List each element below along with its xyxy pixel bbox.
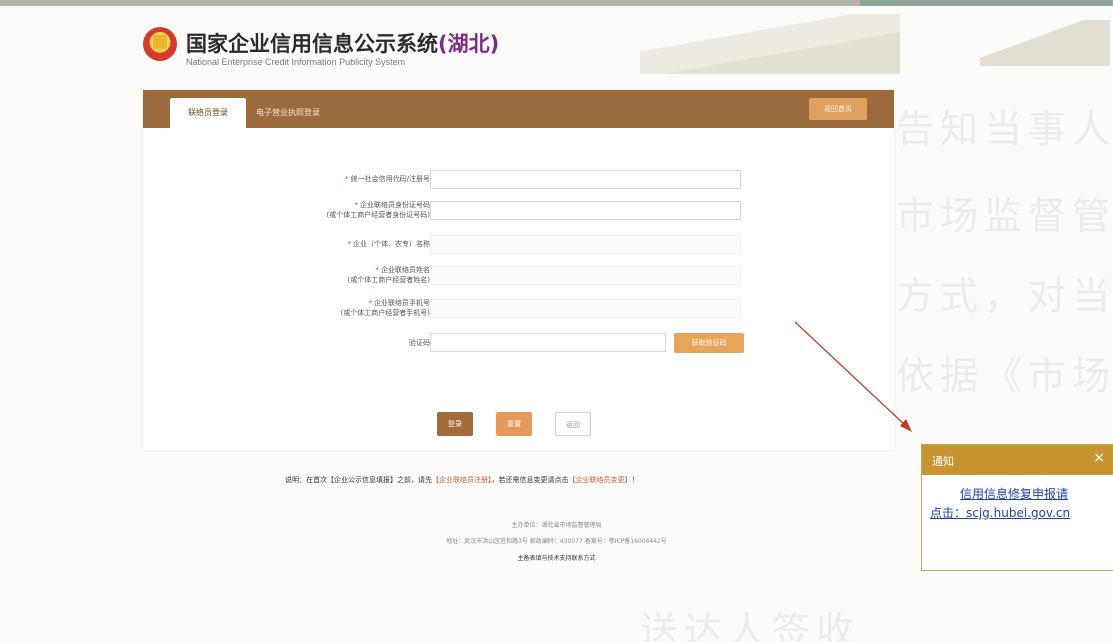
- notice-title: 通知: [932, 455, 954, 468]
- site-subtitle: National Enterprise Credit Information P…: [186, 57, 406, 67]
- login-note: 说明：在首次【企业公示信息填报】之前，请先【企业联络员注册】，若还需信息变更请点…: [285, 475, 639, 485]
- notice-link-url[interactable]: 点击：scjg.hubei.gov.cn: [930, 504, 1070, 521]
- captcha-label: 验证码: [409, 339, 430, 347]
- liaison-phone-input[interactable]: [430, 299, 741, 318]
- national-emblem-icon: [143, 27, 177, 61]
- site-title-province: (湖北): [438, 32, 500, 56]
- enterprise-name-input[interactable]: [430, 235, 741, 254]
- note-text: ！: [631, 476, 639, 484]
- field-label: * 企业联络员身份证号码 (或个体工商户经营者身份证号码): [326, 201, 430, 219]
- note-text: 说明：在首次【企业公示信息填报】之前，请先: [285, 476, 432, 484]
- back-button[interactable]: 返回: [555, 412, 591, 436]
- watermark-line: 市场监督管: [896, 194, 1113, 238]
- login-panel: 联络员登录 电子营业执照登录 返回首页 * 统一社会信用代码/注册号 * 企业联络员…: [143, 90, 894, 450]
- site-title[interactable]: 国家企业信用信息公示系统(湖北): [186, 28, 499, 58]
- notice-link[interactable]: 信用信息修复申报请: [960, 485, 1068, 502]
- login-tab-bar: 联络员登录 电子营业执照登录 返回首页: [143, 90, 894, 128]
- tab-liaison-login[interactable]: 联络员登录: [170, 98, 246, 128]
- note-text: ，若还需信息变更请点击: [491, 476, 569, 484]
- credit-code-input[interactable]: [430, 170, 741, 189]
- header-landscape-image: [640, 14, 900, 74]
- watermark-line: 告知当事人: [896, 107, 1113, 151]
- close-icon[interactable]: ×: [1093, 450, 1105, 466]
- login-button[interactable]: 登录: [437, 412, 473, 436]
- notice-header: 通知 ×: [922, 445, 1113, 475]
- liaison-name-input[interactable]: [430, 266, 741, 285]
- watermark-line: 方式，对当事: [896, 274, 1113, 318]
- notice-popup: 通知 × 信用信息修复申报请 点击：scjg.hubei.gov.cn: [921, 444, 1113, 571]
- field-label: * 企业（个体、农专）名称: [347, 240, 431, 248]
- field-label: * 企业联络员姓名 (或个体工商户经营者姓名): [347, 266, 430, 284]
- header-landscape-image: [980, 20, 1110, 66]
- site-header: 国家企业信用信息公示系统(湖北) National Enterprise Cre…: [0, 6, 1113, 76]
- liaison-id-number-input[interactable]: [430, 201, 741, 220]
- liaison-change-link[interactable]: 【企业联络员变更】: [569, 476, 632, 484]
- get-captcha-button[interactable]: 获取验证码: [674, 333, 744, 353]
- watermark-line: 依据《市场: [896, 354, 1113, 398]
- watermark-line: 送达人签收: [640, 609, 861, 642]
- field-label: * 企业联络员手机号 (或个体工商户经营者手机号): [340, 299, 430, 317]
- field-label: * 统一社会信用代码/注册号: [345, 175, 430, 183]
- captcha-input[interactable]: [430, 333, 666, 352]
- tab-e-license-login[interactable]: 电子营业执照登录: [256, 98, 366, 128]
- reset-button[interactable]: 重置: [496, 412, 532, 436]
- return-home-button[interactable]: 返回首页: [809, 98, 867, 120]
- site-title-text: 国家企业信用信息公示系统: [186, 32, 438, 56]
- liaison-register-link[interactable]: 【企业联络员注册】: [432, 476, 492, 484]
